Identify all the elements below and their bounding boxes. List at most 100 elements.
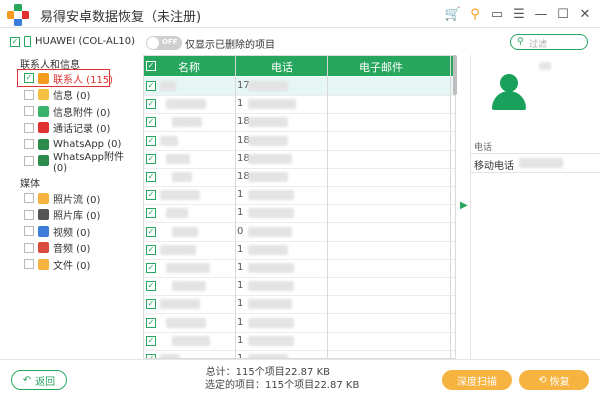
sidebar-item-checkbox[interactable]	[24, 139, 34, 149]
sidebar-item-message[interactable]: 信息 (0)	[24, 88, 90, 102]
row-checkbox[interactable]: ✓	[146, 317, 156, 328]
contact-name-cell	[160, 190, 200, 201]
sidebar-item-call-log[interactable]: 通话记录 (0)	[24, 121, 110, 135]
expand-arrow-icon[interactable]: ▶	[460, 200, 468, 211]
detail-phone-number	[519, 158, 563, 168]
table-row[interactable]: ✓ 1	[144, 95, 455, 115]
sidebar-item-contacts[interactable]: ✓ 联系人 (115)	[24, 71, 114, 86]
contact-phone-cell: 1	[237, 98, 244, 110]
contact-detail-name	[539, 62, 551, 70]
deleted-only-toggle[interactable]: OFF	[146, 36, 182, 50]
table-row[interactable]: ✓ 17	[144, 77, 455, 96]
key-icon[interactable]: ⚲	[466, 5, 484, 23]
sidebar-item-audio[interactable]: 音频 (0)	[24, 241, 90, 255]
column-header-name[interactable]: 名称	[178, 59, 200, 75]
table-row[interactable]: ✓ 1	[144, 350, 455, 358]
sidebar-item-checkbox[interactable]	[24, 155, 34, 166]
call-log-icon	[38, 122, 49, 133]
contact-phone-cell: 1	[237, 298, 244, 310]
column-divider	[327, 56, 328, 358]
row-checkbox[interactable]: ✓	[146, 335, 156, 346]
row-checkbox[interactable]: ✓	[146, 263, 156, 273]
menu-icon[interactable]: ☰	[510, 5, 528, 23]
row-checkbox[interactable]: ✓	[146, 81, 156, 91]
column-header-email[interactable]: 电子邮件	[359, 59, 403, 75]
row-checkbox[interactable]: ✓	[146, 117, 156, 128]
sidebar-item-checkbox[interactable]	[24, 209, 34, 220]
deep-scan-button[interactable]: 深度扫描	[442, 370, 512, 390]
table-scrollbar[interactable]	[453, 55, 457, 95]
table-row[interactable]: ✓ 18	[144, 168, 455, 187]
table-row[interactable]: ✓ 1	[144, 204, 455, 224]
contact-name-cell	[166, 263, 210, 273]
minimize-icon[interactable]: —	[532, 5, 550, 23]
back-arrow-icon: ↶	[22, 374, 32, 386]
sidebar-item-whatsapp-attachment[interactable]: WhatsApp附件 (0)	[24, 152, 140, 174]
recover-button[interactable]: ⟲ 恢复	[519, 370, 589, 390]
sidebar-item-checkbox[interactable]	[24, 122, 34, 133]
table-row[interactable]: ✓ 1	[144, 241, 455, 260]
row-checkbox[interactable]: ✓	[146, 172, 156, 182]
select-all-checkbox[interactable]: ✓	[146, 61, 156, 71]
sidebar-item-checkbox[interactable]: ✓	[24, 73, 34, 83]
close-icon[interactable]: ✕	[576, 5, 594, 23]
maximize-icon[interactable]: ☐	[554, 5, 572, 23]
row-checkbox[interactable]: ✓	[146, 281, 156, 292]
contact-phone-blur	[248, 190, 294, 201]
sidebar-item-label: 通话记录 (0)	[53, 124, 111, 135]
table-row[interactable]: ✓ 18	[144, 132, 455, 151]
contact-phone-cell: 1	[237, 262, 244, 273]
contact-phone-cell: 1	[237, 189, 244, 201]
sidebar-item-label: 信息附件 (0)	[53, 107, 111, 119]
row-checkbox[interactable]: ✓	[146, 226, 156, 237]
table-row[interactable]: ✓ 1	[144, 295, 455, 315]
filter-search-input[interactable]: ⚲ 过滤	[510, 34, 588, 50]
device-row[interactable]: ✓ HUAWEI (COL-AL10)	[10, 36, 135, 47]
sidebar-item-checkbox[interactable]	[24, 242, 34, 253]
column-divider	[450, 56, 451, 358]
table-row[interactable]: ✓ 1	[144, 277, 455, 297]
contact-phone-blur	[248, 226, 292, 237]
column-header-phone[interactable]: 电话	[271, 59, 293, 75]
column-divider	[235, 56, 236, 358]
sidebar-item-checkbox[interactable]	[24, 193, 34, 203]
table-row[interactable]: ✓ 18	[144, 150, 455, 169]
table-row[interactable]: ✓ 1	[144, 186, 455, 206]
chat-icon[interactable]: ▭	[488, 5, 506, 23]
table-row[interactable]: ✓ 1	[144, 332, 455, 351]
deep-scan-label: 深度扫描	[457, 376, 497, 388]
deleted-only-label: 仅显示已删除的项目	[185, 40, 275, 51]
table-row[interactable]: ✓ 0	[144, 223, 455, 242]
sidebar-item-video[interactable]: 视频 (0)	[24, 224, 90, 239]
sidebar-item-photo-stream[interactable]: 照片流 (0)	[24, 191, 101, 206]
sidebar-item-checkbox[interactable]	[24, 89, 34, 100]
row-checkbox[interactable]: ✓	[146, 208, 156, 219]
row-checkbox[interactable]: ✓	[146, 244, 156, 255]
contact-name-cell	[160, 81, 176, 91]
row-checkbox[interactable]: ✓	[146, 153, 156, 164]
row-checkbox[interactable]: ✓	[146, 190, 156, 201]
sidebar-item-label: 联系人 (115)	[53, 74, 114, 86]
selected-stats: 选定的项目：115个项目22.87 KB	[205, 380, 360, 391]
sidebar-item-checkbox[interactable]	[24, 259, 34, 269]
table-row[interactable]: ✓ 1	[144, 259, 455, 278]
stats-summary: 总计：115个项目22.87 KB 选定的项目：115个项目22.87 KB	[205, 366, 360, 392]
sidebar-item-checkbox[interactable]	[24, 106, 34, 116]
back-button[interactable]: ↶ 返回	[11, 370, 67, 390]
contact-name-cell	[172, 117, 202, 128]
sidebar-item-attachment[interactable]: 信息附件 (0)	[24, 104, 111, 119]
detail-field-label: 电话	[474, 143, 493, 153]
sidebar-item-file[interactable]: 文件 (0)	[24, 257, 90, 272]
sidebar-item-label: 照片流 (0)	[53, 194, 101, 206]
cart-icon[interactable]: 🛒	[444, 5, 462, 23]
sidebar-item-photo-library[interactable]: 照片库 (0)	[24, 208, 100, 222]
row-checkbox[interactable]: ✓	[146, 99, 156, 110]
row-checkbox[interactable]: ✓	[146, 299, 156, 310]
table-row[interactable]: ✓ 18	[144, 113, 455, 133]
table-row[interactable]: ✓ 1	[144, 314, 455, 333]
device-checkbox[interactable]: ✓	[10, 36, 20, 47]
whatsapp-icon	[38, 138, 49, 150]
video-icon	[38, 225, 49, 237]
sidebar-item-checkbox[interactable]	[24, 226, 34, 236]
row-checkbox[interactable]: ✓	[146, 135, 156, 146]
